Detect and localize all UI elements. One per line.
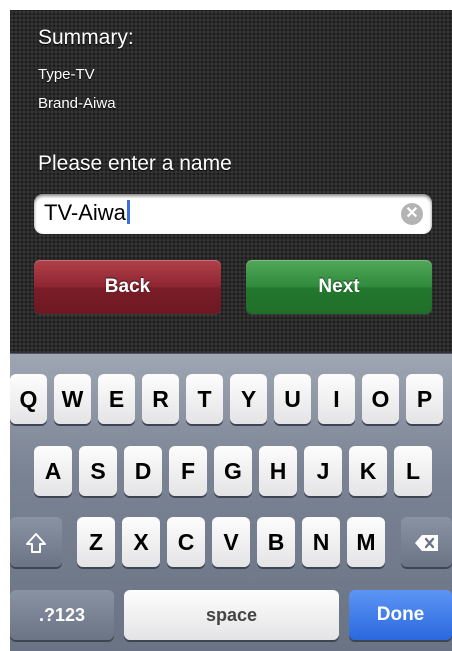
shift-icon [25, 517, 47, 567]
key-b[interactable]: B [257, 517, 295, 567]
keyboard: Q W E R T Y U I O P A S D F G H J K L Z … [10, 353, 452, 651]
backspace-icon [414, 517, 440, 567]
key-e[interactable]: E [98, 374, 135, 424]
summary-title: Summary: [38, 26, 134, 49]
key-s[interactable]: S [79, 446, 117, 496]
done-key[interactable]: Done [349, 590, 452, 640]
shift-key[interactable] [10, 517, 62, 567]
name-input-text-wrap: TV-Aiwa [44, 200, 130, 226]
form-panel: Summary: Type-TV Brand-Aiwa Please enter… [10, 10, 452, 353]
key-v[interactable]: V [212, 517, 250, 567]
key-h[interactable]: H [259, 446, 297, 496]
key-n[interactable]: N [302, 517, 340, 567]
key-y[interactable]: Y [230, 374, 267, 424]
key-m[interactable]: M [347, 517, 385, 567]
space-key[interactable]: space [124, 590, 339, 640]
key-d[interactable]: D [124, 446, 162, 496]
key-u[interactable]: U [274, 374, 311, 424]
key-p[interactable]: P [406, 374, 443, 424]
key-j[interactable]: J [304, 446, 342, 496]
key-w[interactable]: W [54, 374, 91, 424]
name-input-value: TV-Aiwa [44, 200, 126, 225]
key-i[interactable]: I [318, 374, 355, 424]
key-z[interactable]: Z [77, 517, 115, 567]
key-k[interactable]: K [349, 446, 387, 496]
key-t[interactable]: T [186, 374, 223, 424]
clear-icon[interactable]: ✕ [401, 203, 423, 225]
name-input[interactable]: TV-Aiwa ✕ [34, 194, 432, 234]
key-c[interactable]: C [167, 517, 205, 567]
key-g[interactable]: G [214, 446, 252, 496]
text-cursor [126, 200, 130, 224]
numbers-key[interactable]: .?123 [10, 590, 114, 640]
back-button[interactable]: Back [34, 260, 221, 314]
key-o[interactable]: O [362, 374, 399, 424]
app-screen: Summary: Type-TV Brand-Aiwa Please enter… [10, 10, 452, 651]
next-button[interactable]: Next [246, 260, 432, 314]
name-prompt: Please enter a name [38, 152, 232, 175]
key-f[interactable]: F [169, 446, 207, 496]
key-x[interactable]: X [122, 517, 160, 567]
key-q[interactable]: Q [10, 374, 47, 424]
summary-brand: Brand-Aiwa [38, 95, 116, 112]
backspace-key[interactable] [401, 517, 452, 567]
key-a[interactable]: A [34, 446, 72, 496]
key-l[interactable]: L [394, 446, 432, 496]
summary-type: Type-TV [38, 66, 95, 83]
key-r[interactable]: R [142, 374, 179, 424]
